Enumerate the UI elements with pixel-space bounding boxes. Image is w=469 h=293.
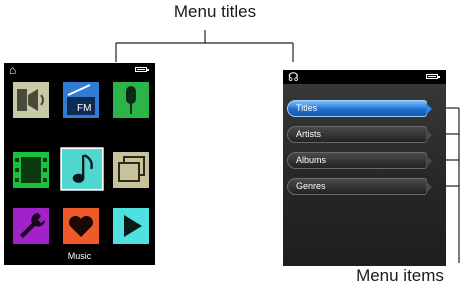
photos-icon[interactable]: [112, 151, 150, 189]
status-bar: ⌂: [4, 63, 155, 77]
headphones-icon: ☊: [288, 70, 299, 84]
svg-text:FM: FM: [77, 103, 91, 114]
radio-icon[interactable]: FM: [62, 81, 100, 119]
menu-item-albums[interactable]: Albums: [287, 152, 432, 169]
music-note-icon[interactable]: [60, 147, 104, 191]
home-icon[interactable]: ⌂: [9, 64, 16, 76]
menu-items-label: Menu items: [356, 266, 444, 285]
speaker-icon[interactable]: [12, 81, 50, 119]
music-menu-screen: ☊ Titles Artists Albums Genres: [283, 70, 446, 266]
battery-icon: [426, 74, 440, 79]
menu-item-titles[interactable]: Titles: [287, 100, 432, 117]
main-menu-screen: ⌂ FM Music: [4, 63, 155, 265]
menu-item-artists[interactable]: Artists: [287, 126, 432, 143]
heart-icon[interactable]: [62, 207, 100, 245]
microphone-icon[interactable]: [112, 81, 150, 119]
menu-item-genres[interactable]: Genres: [287, 178, 432, 195]
play-icon[interactable]: [112, 207, 150, 245]
wrench-icon[interactable]: [12, 207, 50, 245]
status-bar: ☊: [283, 70, 446, 84]
film-icon[interactable]: [12, 151, 50, 189]
menu-titles-label: Menu titles: [173, 2, 257, 21]
battery-icon: [135, 67, 149, 72]
selected-menu-caption: Music: [67, 251, 92, 261]
